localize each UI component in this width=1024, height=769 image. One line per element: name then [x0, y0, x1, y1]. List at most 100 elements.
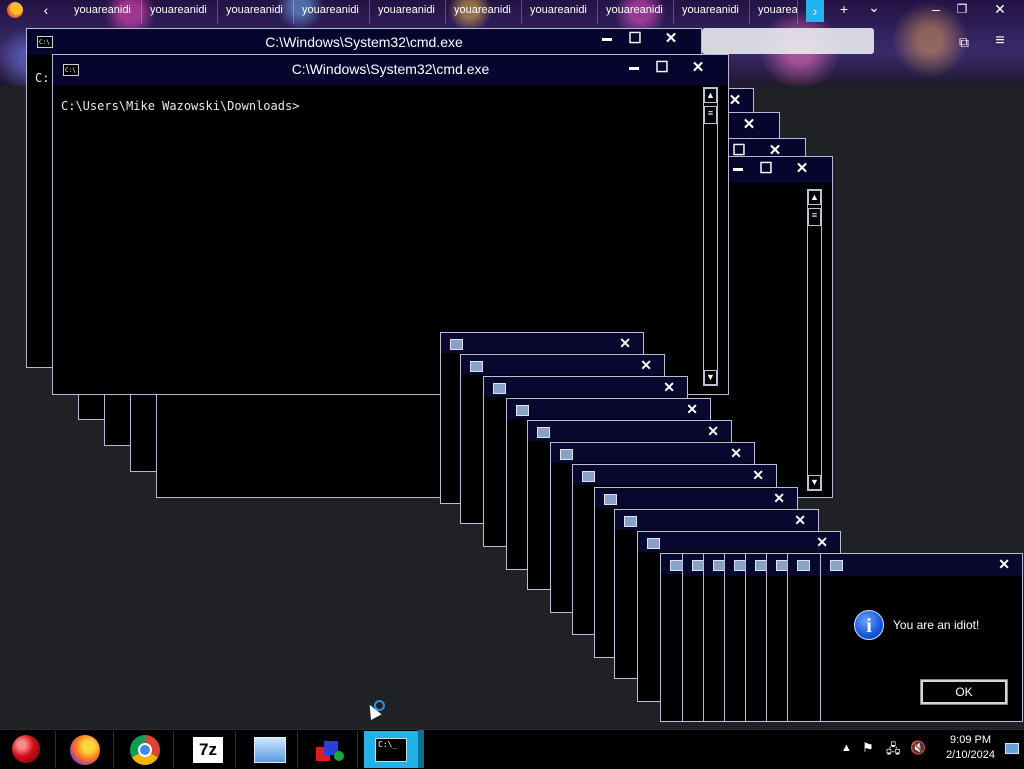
browser-close-button[interactable]: ✕: [992, 0, 1008, 18]
close-button[interactable]: ✕: [661, 30, 681, 48]
close-button[interactable]: ✕: [773, 489, 785, 507]
firefox-icon: [70, 735, 100, 765]
taskbar-app-cmd[interactable]: C:\_: [364, 731, 420, 768]
7zip-icon: 7z: [193, 737, 223, 763]
taskbar-app-paint[interactable]: [302, 731, 358, 768]
browser-maximize-button[interactable]: ❐: [954, 0, 970, 18]
new-tab-button[interactable]: +: [836, 0, 852, 18]
information-icon: i: [854, 610, 884, 640]
volume-muted-icon[interactable]: 🔇: [910, 740, 926, 756]
browser-tab[interactable]: youareanidi: [142, 0, 218, 24]
minimize-button[interactable]: ▬: [624, 59, 644, 77]
dialog-icon: [647, 538, 660, 549]
vertical-scrollbar[interactable]: ▲ ≡ ▼: [807, 189, 822, 491]
taskbar-app-chrome[interactable]: [118, 731, 174, 768]
browser-address-bar[interactable]: [702, 28, 874, 54]
tab-scroll-right-button[interactable]: ›: [806, 0, 824, 22]
dialog-icon: [493, 383, 506, 394]
dialog-titlebar[interactable]: ✕: [441, 333, 643, 353]
dialog-titlebar[interactable]: ✕: [573, 465, 776, 485]
taskbar-app-ornament[interactable]: [0, 731, 56, 768]
browser-tab[interactable]: youareanidi: [218, 0, 294, 24]
scroll-down-button[interactable]: ▼: [808, 475, 821, 490]
console-prompt[interactable]: C:\Users\Mike Wazowski\Downloads>: [61, 99, 299, 113]
close-button[interactable]: ✕: [794, 511, 806, 529]
dialog-icon: [516, 405, 529, 416]
action-center-flag-icon[interactable]: ⚑: [862, 740, 874, 756]
console-text: C:: [35, 71, 50, 85]
vertical-scrollbar[interactable]: ▲ ≡ ▼: [703, 87, 718, 386]
clock-time: 9:09 PM: [950, 734, 992, 746]
christmas-ornament-icon: [12, 735, 40, 763]
paint-shapes-icon: [316, 739, 346, 763]
dialog-icon: [830, 560, 843, 571]
dialog-titlebar[interactable]: ✕: [638, 532, 840, 552]
browser-tab[interactable]: youarea: [750, 0, 798, 24]
message-text: You are an idiot!: [893, 618, 980, 632]
dialog-titlebar[interactable]: ✕: [551, 443, 754, 463]
network-icon[interactable]: 🖧: [886, 740, 901, 762]
close-button[interactable]: ✕: [619, 334, 631, 352]
show-desktop-button[interactable]: [1005, 743, 1019, 754]
browser-tab[interactable]: youareanidi: [294, 0, 370, 24]
taskbar-divider: [418, 730, 424, 768]
close-button[interactable]: ✕: [640, 356, 652, 374]
close-button[interactable]: ✕: [688, 59, 708, 77]
ok-button[interactable]: OK: [920, 679, 1008, 705]
close-button[interactable]: ✕: [730, 444, 742, 462]
browser-tab[interactable]: youareanidi: [446, 0, 522, 24]
chrome-icon: [130, 735, 160, 765]
show-hidden-icons-icon[interactable]: ▲: [841, 742, 852, 754]
minimize-button[interactable]: ▬: [597, 30, 617, 48]
browser-tab[interactable]: youareanidi: [674, 0, 750, 24]
minimize-button[interactable]: ▬: [728, 160, 748, 178]
close-button[interactable]: ✕: [686, 400, 698, 418]
dialog-icon: [582, 471, 595, 482]
dialog-titlebar[interactable]: ✕: [507, 399, 710, 419]
system-clock[interactable]: 9:09 PM 2/10/2024: [946, 733, 995, 763]
dialog-icon: [560, 449, 573, 460]
browser-tab[interactable]: youareanidi: [598, 0, 674, 24]
dialog-titlebar[interactable]: ✕: [484, 377, 687, 397]
scroll-thumb[interactable]: ≡: [808, 208, 821, 226]
titlebar[interactable]: C:\ C:\Windows\System32\cmd.exe ▬ ☐ ✕: [53, 55, 728, 85]
taskbar-app-7zip[interactable]: 7z: [180, 731, 236, 768]
close-button[interactable]: ✕: [739, 116, 759, 134]
taskbar-app-control-panel[interactable]: [242, 731, 298, 768]
dialog-titlebar[interactable]: ✕: [528, 421, 731, 441]
dialog-titlebar[interactable]: ✕: [821, 554, 1022, 576]
maximize-button[interactable]: ☐: [756, 160, 776, 178]
close-button[interactable]: ✕: [663, 378, 675, 396]
taskbar-app-firefox[interactable]: [58, 731, 114, 768]
browser-tab[interactable]: youareanidi: [370, 0, 446, 24]
tab-scroll-left-icon[interactable]: ‹: [38, 1, 54, 19]
titlebar[interactable]: C:\ C:\Windows\System32\cmd.exe ▬ ☐ ✕: [27, 29, 701, 55]
scroll-thumb[interactable]: ≡: [704, 106, 717, 124]
firefox-icon[interactable]: [7, 2, 23, 18]
scroll-up-button[interactable]: ▲: [808, 190, 821, 205]
tab-list-button[interactable]: ⌄: [866, 0, 882, 16]
maximize-button[interactable]: ☐: [652, 59, 672, 77]
browser-tab[interactable]: youareanidi: [522, 0, 598, 24]
close-button[interactable]: ✕: [752, 466, 764, 484]
scroll-up-button[interactable]: ▲: [704, 88, 717, 103]
close-button[interactable]: ✕: [792, 160, 812, 178]
clock-date: 2/10/2024: [946, 749, 995, 761]
menu-icon[interactable]: ≡: [992, 32, 1008, 50]
dialog-titlebar[interactable]: ✕: [461, 355, 664, 375]
browser-minimize-button[interactable]: –: [928, 0, 944, 18]
scroll-down-button[interactable]: ▼: [704, 370, 717, 385]
close-button[interactable]: ✕: [998, 555, 1010, 573]
dialog-icon: [470, 361, 483, 372]
dialog-icon: [450, 339, 463, 350]
close-button[interactable]: ✕: [707, 422, 719, 440]
extensions-icon[interactable]: ⧉: [956, 33, 972, 51]
cmd-icon: C:\_: [375, 738, 407, 762]
dialog-titlebar[interactable]: ✕: [595, 488, 797, 508]
message-box: ✕ i You are an idiot! OK: [820, 553, 1023, 722]
dialog-titlebar[interactable]: ✕: [615, 510, 818, 530]
close-button[interactable]: ✕: [816, 533, 828, 551]
taskbar: 7z C:\_ ▲ ⚑ 🖧 🔇 9:09 PM 2/10/2024: [0, 729, 1024, 769]
browser-tab[interactable]: youareanidi: [66, 0, 142, 24]
maximize-button[interactable]: ☐: [625, 30, 645, 48]
